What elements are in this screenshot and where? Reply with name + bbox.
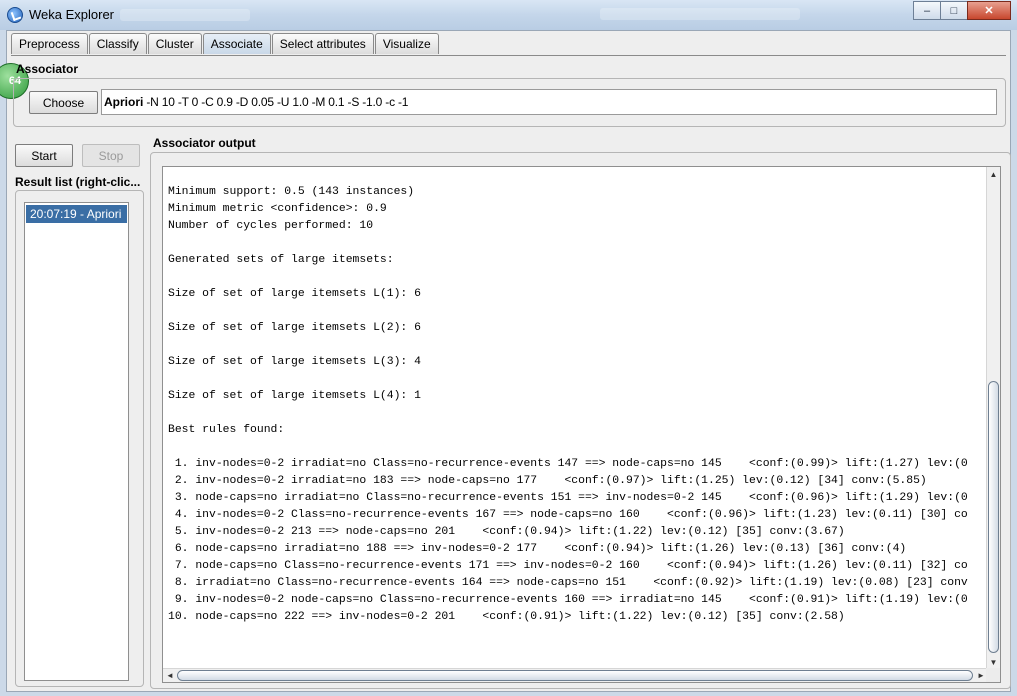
tab-preprocess[interactable]: Preprocess <box>11 33 88 54</box>
associator-output-area[interactable]: Minimum support: 0.5 (143 instances) Mini… <box>162 166 1001 683</box>
scheme-options: -N 10 -T 0 -C 0.9 -D 0.05 -U 1.0 -M 0.1 … <box>146 95 409 109</box>
start-button[interactable]: Start <box>15 144 73 167</box>
output-line: Number of cycles performed: 10 <box>168 220 374 232</box>
vertical-scrollbar[interactable]: ▲ ▼ <box>986 167 1000 669</box>
output-line: 8. irradiat=no Class=no-recurrence-event… <box>168 577 968 589</box>
result-list[interactable]: 20:07:19 - Apriori <box>24 202 129 681</box>
output-line: 10. node-caps=no 222 ==> inv-nodes=0-2 2… <box>168 611 845 623</box>
output-line: 9. inv-nodes=0-2 node-caps=no Class=no-r… <box>168 594 968 606</box>
associator-scheme-field[interactable]: Apriori -N 10 -T 0 -C 0.9 -D 0.05 -U 1.0… <box>101 89 997 115</box>
output-line: 7. node-caps=no Class=no-recurrence-even… <box>168 560 968 572</box>
scroll-up-icon[interactable]: ▲ <box>987 167 1000 181</box>
output-blank-line <box>168 337 986 354</box>
output-line: Size of set of large itemsets L(3): 4 <box>168 356 421 368</box>
vertical-scroll-thumb[interactable] <box>988 381 999 653</box>
close-button[interactable]: ✕ <box>967 1 1011 20</box>
tab-associate[interactable]: Associate <box>202 33 271 54</box>
result-list-item[interactable]: 20:07:19 - Apriori <box>26 205 127 223</box>
output-line: 4. inv-nodes=0-2 Class=no-recurrence-eve… <box>168 509 968 521</box>
output-line: Best rules found: <box>168 424 285 436</box>
associator-section-label: Associator <box>16 62 79 76</box>
explorer-client-area: Preprocess Classify Cluster Associate Se… <box>0 30 1011 692</box>
output-blank-line <box>168 405 986 422</box>
output-line: 3. node-caps=no irradiat=no Class=no-rec… <box>168 492 968 504</box>
horizontal-scrollbar[interactable]: ◄ ► <box>163 668 988 682</box>
window-controls: – □ ✕ <box>913 1 1011 21</box>
output-blank-line <box>168 235 986 252</box>
output-line: 1. inv-nodes=0-2 irradiat=no Class=no-re… <box>168 458 968 470</box>
background-window-ghost <box>120 9 250 21</box>
output-line: Size of set of large itemsets L(2): 6 <box>168 322 421 334</box>
tab-divider <box>11 55 1006 56</box>
output-blank-line <box>168 439 986 456</box>
output-line: 6. node-caps=no irradiat=no 188 ==> inv-… <box>168 543 907 555</box>
tab-strip: Preprocess Classify Cluster Associate Se… <box>11 33 440 55</box>
output-line: Size of set of large itemsets L(4): 1 <box>168 390 421 402</box>
output-line: 5. inv-nodes=0-2 213 ==> node-caps=no 20… <box>168 526 845 538</box>
scheme-name: Apriori <box>104 95 144 109</box>
output-line: Minimum support: 0.5 (143 instances) <box>168 186 415 198</box>
output-blank-line <box>168 269 986 286</box>
background-window-ghost <box>600 8 800 20</box>
associator-output-label: Associator output <box>153 136 256 150</box>
tab-visualize[interactable]: Visualize <box>374 33 439 54</box>
associator-output-text: Minimum support: 0.5 (143 instances) Mini… <box>168 184 986 626</box>
scroll-corner <box>986 668 1000 682</box>
output-line: 2. inv-nodes=0-2 irradiat=no 183 ==> nod… <box>168 475 927 487</box>
window-title: Weka Explorer <box>29 7 115 22</box>
output-line: Generated sets of large itemsets: <box>168 254 394 266</box>
output-line: Minimum metric <confidence>: 0.9 <box>168 203 387 215</box>
tab-select-attributes[interactable]: Select attributes <box>271 33 374 54</box>
result-list-label: Result list (right-clic... <box>15 175 141 189</box>
weka-bird-icon <box>7 7 23 23</box>
tab-cluster[interactable]: Cluster <box>147 33 202 54</box>
scroll-down-icon[interactable]: ▼ <box>987 655 1000 669</box>
horizontal-scroll-thumb[interactable] <box>177 670 973 681</box>
scroll-left-icon[interactable]: ◄ <box>163 669 177 682</box>
output-blank-line <box>168 371 986 388</box>
minimize-button[interactable]: – <box>913 1 941 20</box>
title-bar[interactable]: Weka Explorer – □ ✕ <box>0 0 1017 30</box>
tab-classify[interactable]: Classify <box>88 33 147 54</box>
maximize-button[interactable]: □ <box>940 1 968 20</box>
output-line: Size of set of large itemsets L(1): 6 <box>168 288 421 300</box>
output-blank-line <box>168 303 986 320</box>
stop-button[interactable]: Stop <box>82 144 140 167</box>
choose-button[interactable]: Choose <box>29 91 98 114</box>
